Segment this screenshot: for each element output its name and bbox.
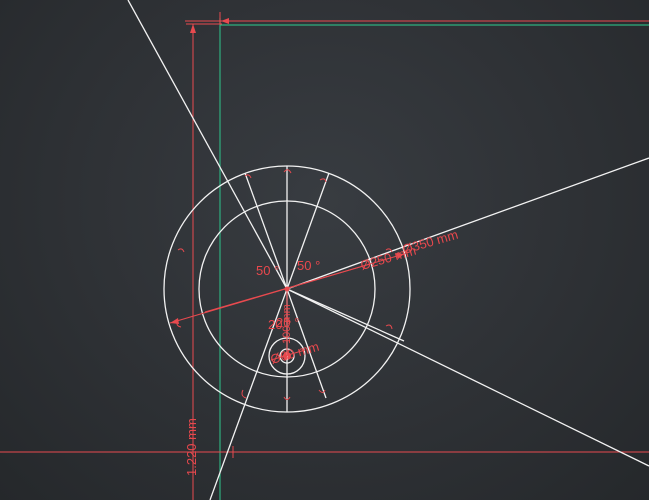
- angle-right-label[interactable]: 50 °: [297, 258, 320, 273]
- offset-arrow: [221, 18, 229, 24]
- angle-left-label[interactable]: 50 °: [256, 263, 279, 278]
- overall-height-label[interactable]: 1.220 mm: [184, 418, 199, 476]
- arc-tick-3: [319, 178, 327, 183]
- outer-diameter-label[interactable]: Ø350 mm: [401, 227, 460, 257]
- drawing-sheet[interactable]: Ø250 mm Ø350 mm 50 ° 50 ° 20 ° 20 ° Ø60 …: [0, 0, 649, 500]
- cad-canvas[interactable]: Ø250 mm Ø350 mm 50 ° 50 ° 20 ° 20 ° Ø60 …: [0, 0, 649, 500]
- arc-tick-10: [318, 389, 326, 393]
- height-arrow-top: [190, 24, 196, 33]
- arc-tick-7: [385, 324, 393, 330]
- center-marker: [284, 286, 290, 292]
- arc-tick-4: [177, 248, 185, 253]
- arc-tick-8: [241, 389, 247, 399]
- construction-line-right-short[interactable]: [286, 288, 405, 342]
- vertical-offset-label[interactable]: 100 mm: [281, 304, 293, 344]
- construction-line-upper-right[interactable]: [286, 157, 649, 290]
- construction-line-upper-left[interactable]: [127, 0, 288, 290]
- construction-line-lower-right[interactable]: [286, 288, 649, 467]
